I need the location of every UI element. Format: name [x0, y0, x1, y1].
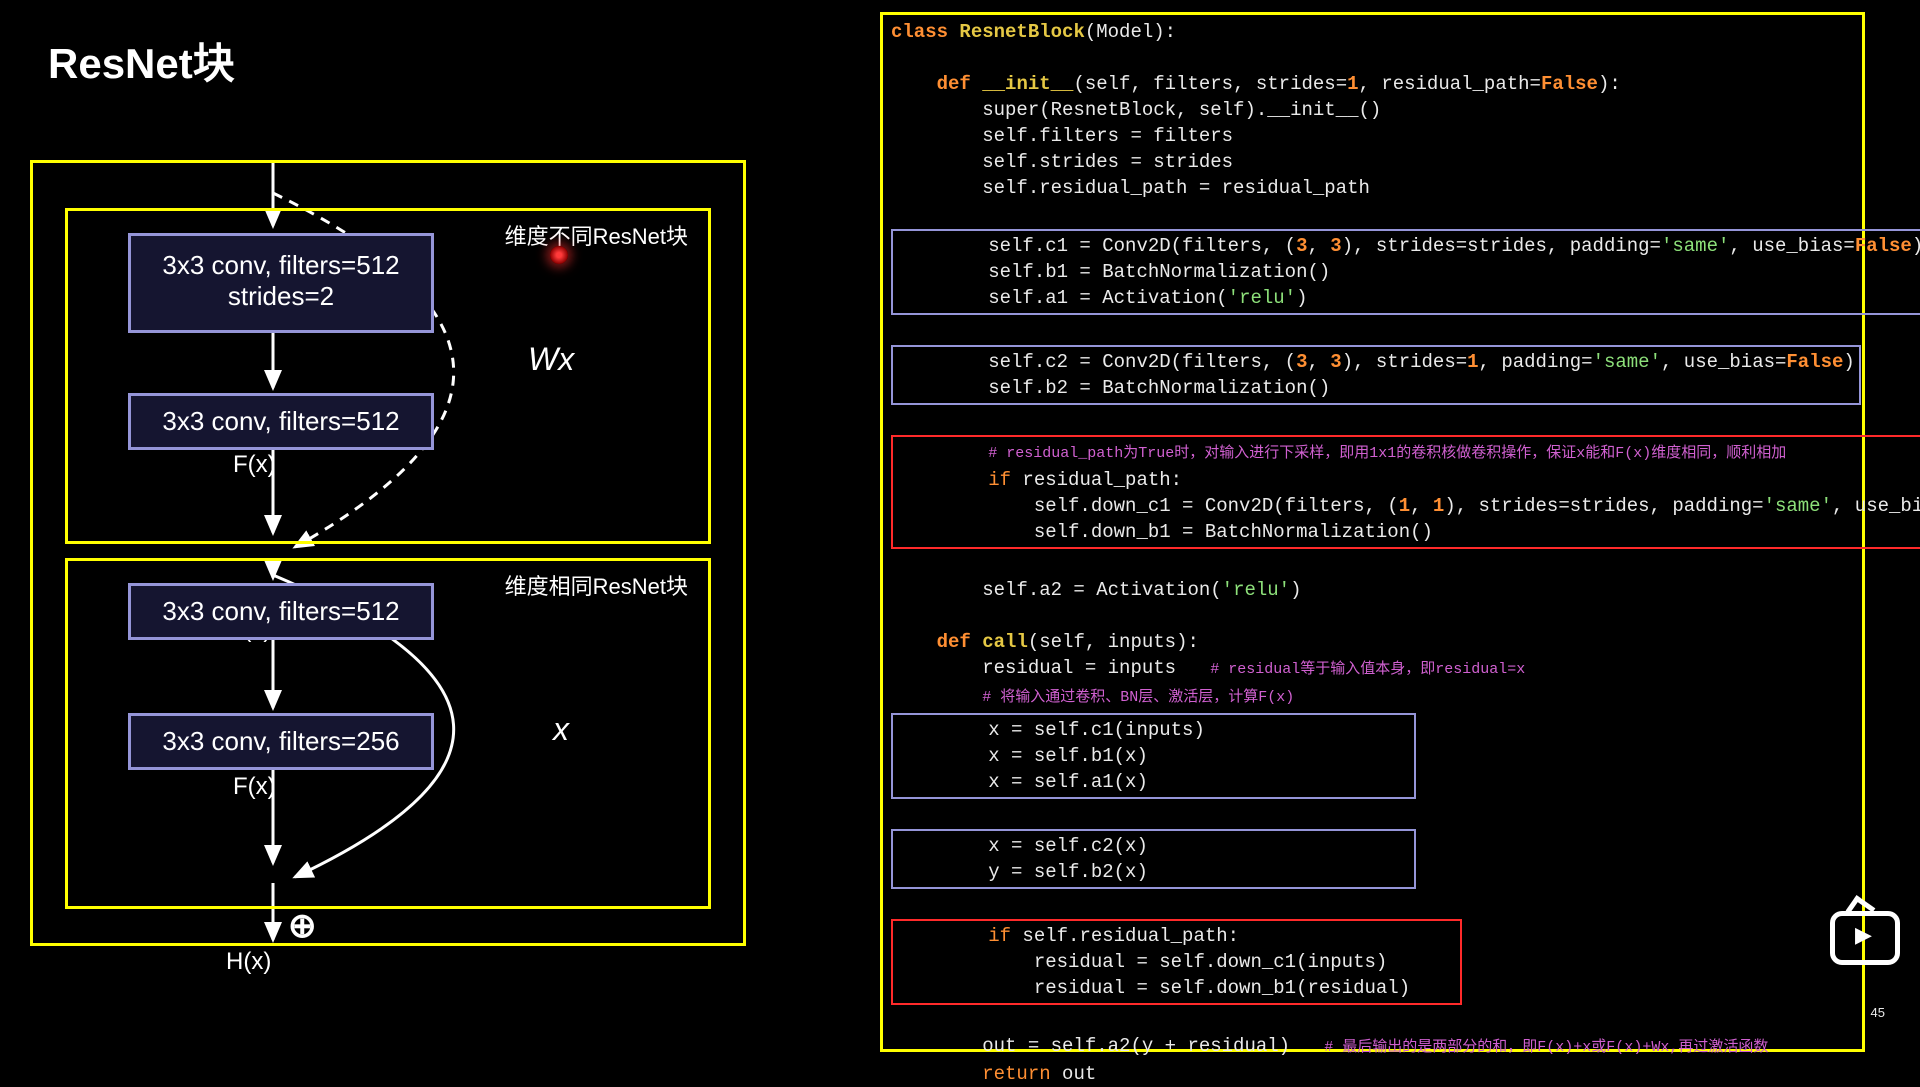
kw-def: def — [937, 73, 971, 95]
page-number: 45 — [1871, 1005, 1885, 1020]
kw-if: if — [988, 469, 1011, 491]
code-box-residual-def: # residual_path为True时，对输入进行下采样，即用1x1的卷积核… — [891, 435, 1920, 549]
laser-pointer-dot — [550, 246, 568, 264]
conv-node-1: 3x3 conv, filters=512 strides=2 — [128, 233, 434, 333]
fx2-label: F(x) — [233, 773, 276, 801]
wx-label: Wx — [528, 341, 574, 378]
resnet-block-diff-dim: 维度不同ResNet块 3x3 conv, filters=512 stride… — [65, 208, 711, 544]
conv-node-4: 3x3 conv, filters=256 — [128, 713, 434, 770]
class-name: ResnetBlock — [959, 21, 1084, 43]
b2-line: self.b2 = BatchNormalization() — [988, 377, 1330, 399]
fn-init: __init__ — [982, 73, 1073, 95]
code-box-c2b2: self.c2 = Conv2D(filters, (3, 3), stride… — [891, 345, 1861, 405]
fn-call: call — [982, 631, 1028, 653]
tv-icon — [1830, 911, 1900, 965]
parent-class: Model — [1096, 21, 1153, 43]
code-box-c1b1a1: self.c1 = Conv2D(filters, (3, 3), stride… — [891, 229, 1920, 315]
super-call: super(ResnetBlock, self).__init__() — [982, 99, 1381, 121]
node1-line1: 3x3 conv, filters=512 — [131, 250, 431, 281]
fx1-label: F(x) — [233, 451, 276, 479]
conv-node-2: 3x3 conv, filters=512 — [128, 393, 434, 450]
kw-return: return — [982, 1063, 1050, 1085]
x-label: x — [553, 711, 569, 748]
forward-cmt: # 将输入通过卷积、BN层、激活层，计算F(x) — [982, 689, 1294, 706]
init-params: (self, filters, strides= — [1073, 73, 1347, 95]
hx2-label: H(x) — [226, 948, 271, 976]
code-box-forward2: x = self.c2(x) y = self.b2(x) — [891, 829, 1416, 889]
add-op-2: ⊕ — [288, 911, 317, 941]
kw-class: class — [891, 21, 948, 43]
kw-def2: def — [937, 631, 971, 653]
b1-line: self.b1 = BatchNormalization() — [988, 261, 1330, 283]
default-false: False — [1541, 73, 1598, 95]
resnet-block-same-dim: 维度相同ResNet块 3x3 conv, filters=512 3x3 co… — [65, 558, 711, 909]
default-1: 1 — [1347, 73, 1358, 95]
assign-filters: self.filters = filters — [982, 125, 1233, 147]
residual-inline-cmt: # residual等于输入值本身，即residual=x — [1210, 661, 1525, 678]
residual-assign: residual = inputs — [982, 657, 1176, 679]
code-box-residual-call: if self.residual_path: residual = self.d… — [891, 919, 1462, 1005]
node1-line2: strides=2 — [131, 281, 431, 312]
assign-res: self.residual_path = residual_path — [982, 177, 1370, 199]
assign-strides: self.strides = strides — [982, 151, 1233, 173]
out-cmt: # 最后输出的是两部分的和，即F(x)+x或F(x)+Wx,再过激活函数 — [1324, 1039, 1768, 1056]
block2-label: 维度相同ResNet块 — [505, 569, 688, 601]
conv-node-3: 3x3 conv, filters=512 — [128, 583, 434, 640]
down-b1: self.down_b1 = BatchNormalization() — [1034, 521, 1433, 543]
block1-label: 维度不同ResNet块 — [505, 219, 688, 251]
diagram-outer-box: 维度不同ResNet块 3x3 conv, filters=512 stride… — [30, 160, 746, 946]
code-box-forward1: x = self.c1(inputs) x = self.b1(x) x = s… — [891, 713, 1416, 799]
residual-comment: # residual_path为True时，对输入进行下采样，即用1x1的卷积核… — [988, 445, 1786, 462]
out-line: out = self.a2(y + residual) — [982, 1035, 1290, 1057]
code-panel: class ResnetBlock(Model): def __init__(s… — [880, 12, 1865, 1052]
slide-title: ResNet块 — [48, 30, 235, 91]
